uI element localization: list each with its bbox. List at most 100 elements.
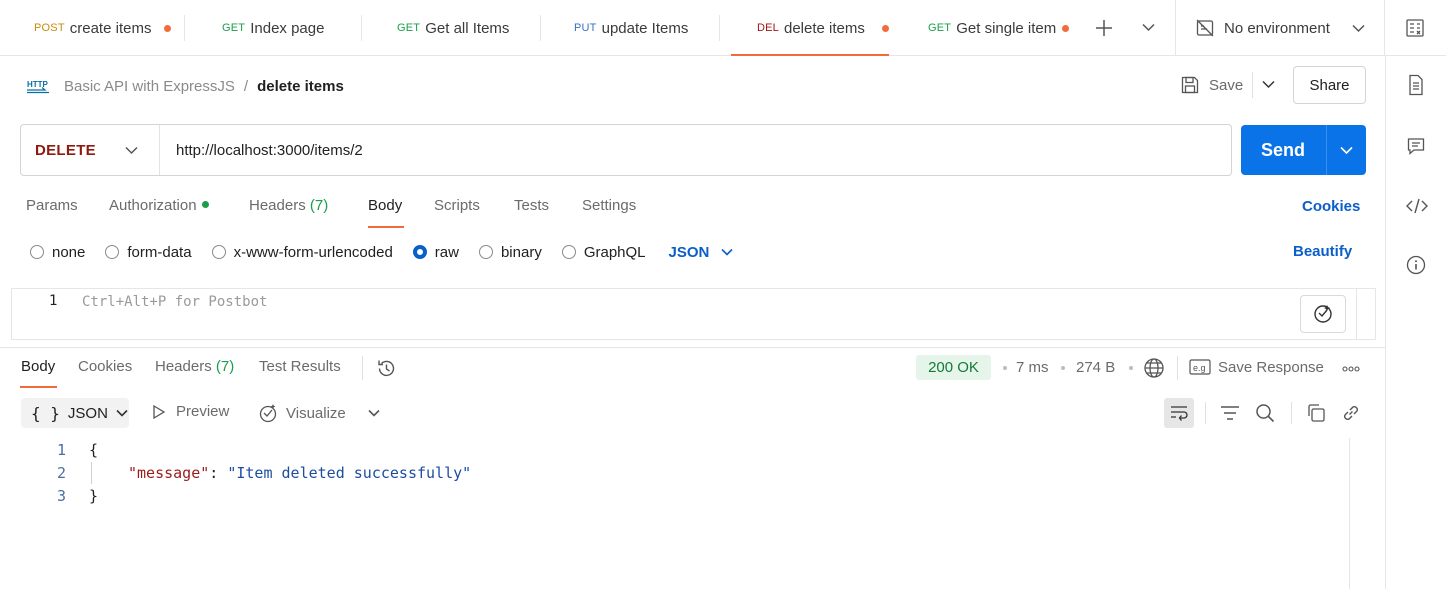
response-time[interactable]: 7 ms [1016, 359, 1049, 376]
radio-label: raw [434, 243, 459, 261]
search-icon[interactable] [1255, 403, 1275, 423]
tab-label: Authorization [109, 197, 197, 214]
send-button[interactable]: Send [1241, 125, 1366, 175]
breadcrumb: HTTP Basic API with ExpressJS / delete i… [26, 74, 344, 98]
json-open-brace: { [89, 441, 99, 459]
braces-icon: { } [31, 403, 60, 423]
response-tab-headers[interactable]: Headers (7) [155, 358, 234, 380]
tab-index-page[interactable]: GET Index page [222, 0, 324, 56]
share-button[interactable]: Share [1293, 66, 1366, 104]
tab-delete-items[interactable]: DEL delete items [757, 0, 865, 56]
visualize-options-chevron-down-icon[interactable] [368, 409, 380, 417]
environment-label: No environment [1224, 19, 1330, 37]
request-body-editor[interactable]: 1 Ctrl+Alt+P for Postbot [11, 288, 1376, 340]
link-icon[interactable] [1341, 403, 1361, 423]
code-snippet-icon[interactable] [1406, 196, 1428, 216]
beautify-link[interactable]: Beautify [1293, 243, 1352, 260]
request-title[interactable]: delete items [257, 78, 344, 95]
radio-label: GraphQL [583, 243, 646, 261]
copy-icon[interactable] [1306, 403, 1326, 423]
radio-label: none [52, 243, 86, 261]
tab-params[interactable]: Params [26, 197, 78, 219]
tab-settings[interactable]: Settings [582, 197, 636, 219]
body-format-label: JSON [668, 243, 710, 261]
radio-circle [211, 245, 226, 259]
tab-label: Headers [155, 358, 212, 375]
body-format-select[interactable]: JSON [669, 244, 734, 261]
info-icon[interactable] [1406, 255, 1426, 275]
tab-update-items[interactable]: PUT update Items [574, 0, 688, 56]
active-request-tab-indicator [368, 226, 404, 228]
response-tab-body[interactable]: Body [21, 358, 55, 380]
toolbar-divider [1205, 402, 1206, 424]
visualize-button[interactable]: Visualize [258, 403, 346, 423]
save-response-button[interactable]: e.g Save Response [1189, 357, 1324, 377]
tab-body[interactable]: Body [368, 197, 402, 219]
environment-selector[interactable]: No environment [1175, 0, 1385, 56]
tab-scripts[interactable]: Scripts [434, 197, 480, 219]
status-badge[interactable]: 200 OK [916, 355, 991, 380]
radio-raw[interactable]: raw [412, 243, 459, 261]
postbot-button[interactable] [1300, 295, 1346, 333]
visualize-icon [258, 403, 278, 423]
send-label: Send [1261, 139, 1306, 160]
breadcrumb-collection[interactable]: Basic API with ExpressJS [64, 78, 235, 95]
tab-get-all-items[interactable]: GET Get all Items [397, 0, 509, 56]
comments-icon[interactable] [1406, 136, 1426, 156]
response-tab-test-results[interactable]: Test Results [259, 358, 341, 380]
headers-count: (7) [215, 358, 235, 375]
radio-graphql[interactable]: GraphQL [561, 243, 646, 261]
cookies-link[interactable]: Cookies [1302, 198, 1360, 215]
save-options-chevron-down-icon[interactable] [1262, 80, 1275, 89]
line-number: 2 [56, 464, 66, 482]
send-options-chevron-down-icon[interactable] [1340, 146, 1353, 155]
tab-divider [361, 15, 362, 41]
tab-authorization[interactable]: Authorization [109, 197, 209, 219]
tab-divider [540, 15, 541, 41]
send-divider [1326, 125, 1327, 175]
filter-icon[interactable] [1220, 404, 1240, 422]
response-format-select[interactable]: { } JSON [21, 398, 129, 428]
line-number: 3 [56, 487, 66, 505]
tab-get-single-item[interactable]: GET Get single item [928, 0, 1056, 56]
method-select[interactable]: DELETE [21, 125, 160, 175]
method-label: DELETE [35, 141, 96, 159]
tab-create-items[interactable]: POST create items [34, 0, 151, 56]
radio-x-www-form-urlencoded[interactable]: x-www-form-urlencoded [211, 244, 393, 261]
more-options-icon[interactable] [1342, 366, 1360, 372]
tab-method: GET [397, 22, 421, 34]
response-size[interactable]: 274 B [1076, 359, 1115, 376]
visualize-label: Visualize [286, 404, 346, 422]
tab-name: Get single item [956, 19, 1057, 37]
editor-line-number: 1 [49, 293, 58, 309]
save-button[interactable]: Save [1180, 72, 1243, 98]
tab-headers[interactable]: Headers (7) [249, 197, 328, 219]
url-input[interactable]: http://localhost:3000/items/2 [176, 125, 363, 175]
example-icon: e.g [1189, 357, 1211, 377]
meta-separator [1129, 366, 1133, 370]
headers-count: (7) [309, 197, 329, 214]
radio-none[interactable]: none [30, 244, 85, 261]
wrap-lines-button[interactable] [1164, 398, 1194, 428]
network-globe-icon[interactable] [1143, 357, 1165, 379]
documentation-icon[interactable] [1406, 74, 1426, 96]
auth-status-dot [201, 200, 209, 208]
environment-quick-look-icon[interactable] [1405, 18, 1425, 38]
tabs-overflow-chevron-down-icon[interactable] [1142, 23, 1155, 32]
preview-label: Preview [176, 403, 230, 420]
response-tab-cookies[interactable]: Cookies [78, 358, 132, 380]
radio-form-data[interactable]: form-data [105, 244, 192, 261]
tab-name: update Items [601, 19, 689, 37]
tab-tests[interactable]: Tests [514, 197, 549, 219]
save-divider [1252, 72, 1253, 98]
chevron-down-icon [1352, 24, 1365, 33]
play-icon [152, 404, 166, 420]
radio-binary[interactable]: binary [478, 243, 542, 261]
chevron-down-icon [721, 248, 733, 256]
radio-label: binary [500, 243, 542, 261]
meta-separator [1061, 366, 1065, 370]
wrap-lines-icon [1169, 404, 1189, 422]
preview-button[interactable]: Preview [152, 403, 229, 420]
new-tab-plus-icon[interactable] [1095, 19, 1113, 37]
history-icon[interactable] [376, 358, 397, 379]
